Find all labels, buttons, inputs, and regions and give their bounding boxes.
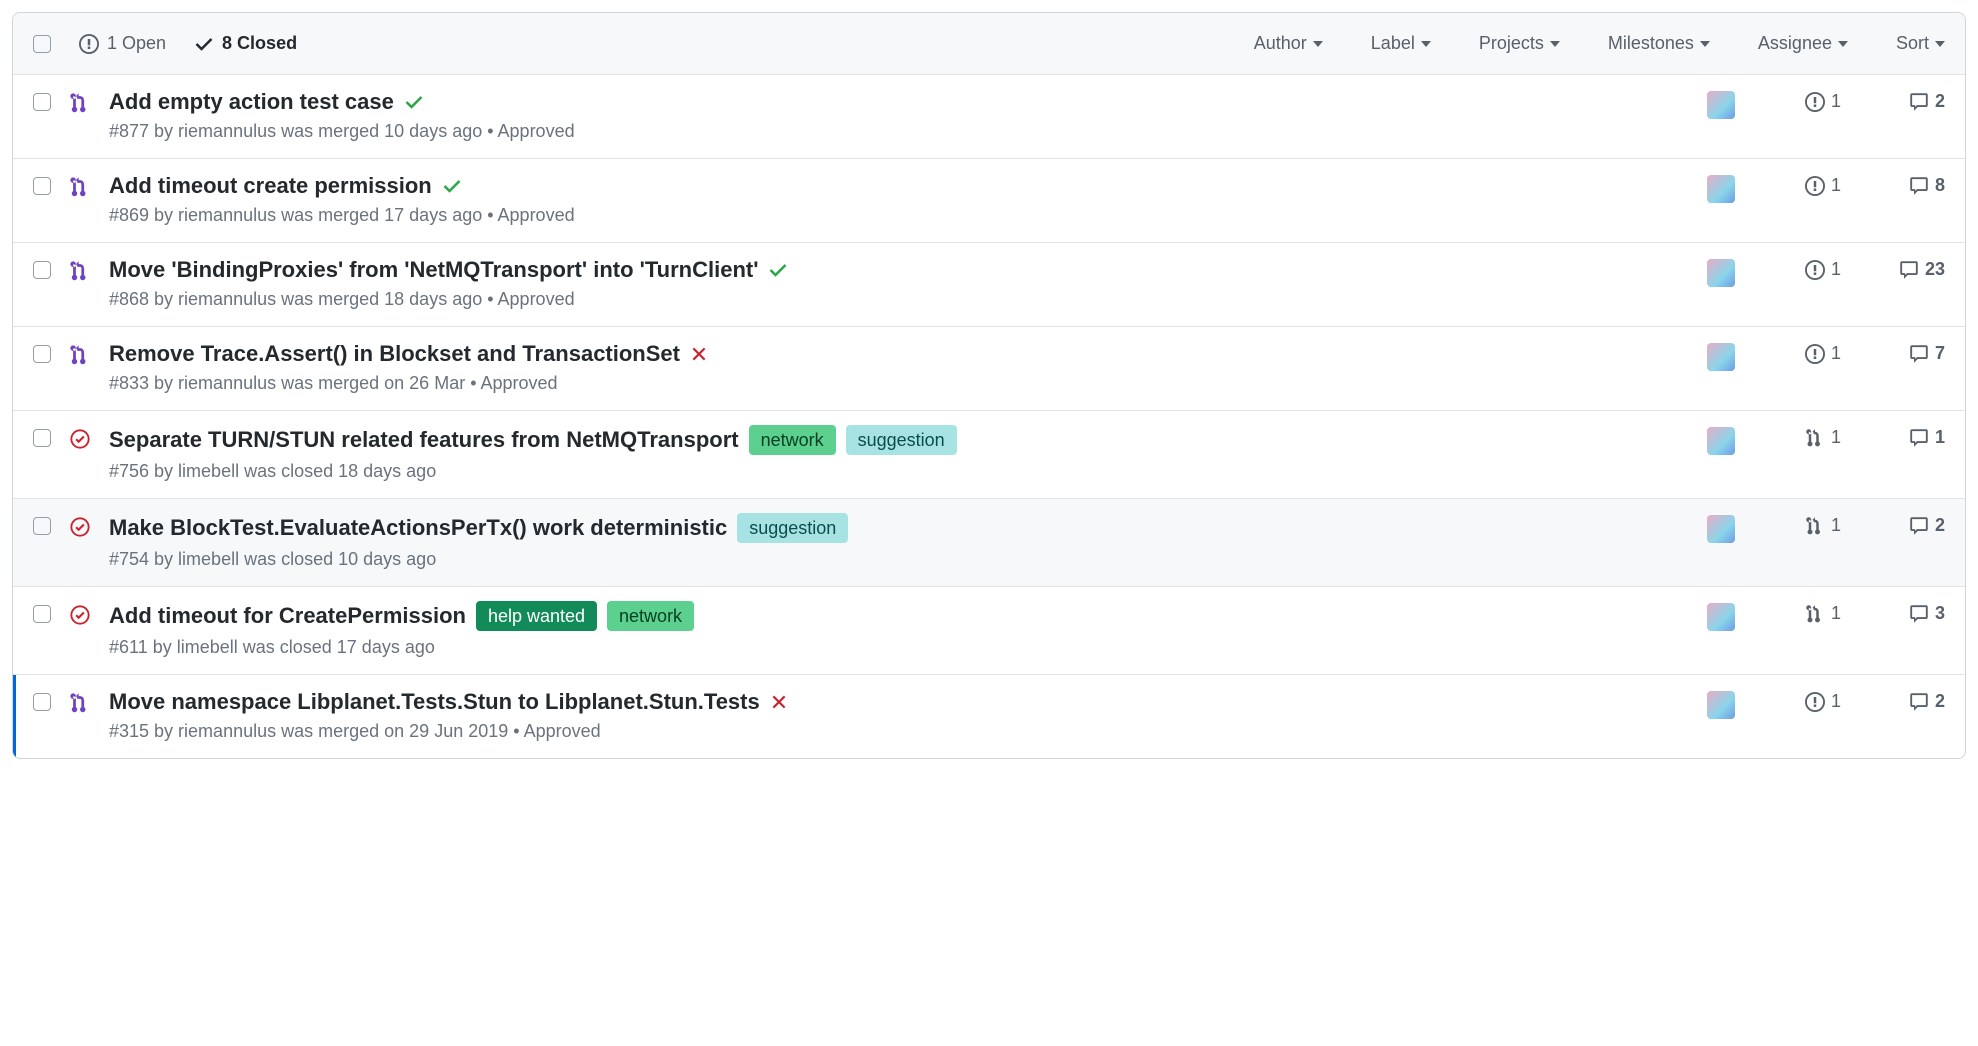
filter-sort[interactable]: Sort <box>1896 33 1945 54</box>
row-type-icon <box>69 425 95 482</box>
issue-row[interactable]: Remove Trace.Assert() in Blockset and Tr… <box>13 326 1965 410</box>
closed-issues-link[interactable]: 8 Closed <box>194 33 297 54</box>
linked-issues-link[interactable]: 1 <box>1781 691 1841 712</box>
closed-count: 8 Closed <box>222 33 297 54</box>
issue-subline: #315 by riemannulus was merged on 29 Jun… <box>109 721 1687 742</box>
open-issues-link[interactable]: 1 Open <box>79 33 166 54</box>
chevron-down-icon <box>1700 41 1710 47</box>
open-count: 1 Open <box>107 33 166 54</box>
comments-link[interactable]: 1 <box>1881 427 1945 448</box>
linked-issues-link[interactable]: 1 <box>1781 603 1841 624</box>
comments-link[interactable]: 8 <box>1881 175 1945 196</box>
linked-issues-link[interactable]: 1 <box>1781 91 1841 112</box>
issue-row[interactable]: Add timeout for CreatePermission help wan… <box>13 586 1965 674</box>
assignee-avatar[interactable] <box>1707 91 1735 119</box>
issue-subline: #869 by riemannulus was merged 17 days a… <box>109 205 1687 226</box>
label-badge[interactable]: help wanted <box>476 601 597 631</box>
comments-link[interactable]: 2 <box>1881 91 1945 112</box>
issue-title-link[interactable]: Separate TURN/STUN related features from… <box>109 427 739 453</box>
ci-status-icon[interactable] <box>690 345 708 363</box>
assignee-avatar[interactable] <box>1707 427 1735 455</box>
issue-title-link[interactable]: Move namespace Libplanet.Tests.Stun to L… <box>109 689 760 715</box>
row-checkbox[interactable] <box>33 693 51 711</box>
linked-issues-link[interactable]: 1 <box>1781 427 1841 448</box>
comments-link[interactable]: 2 <box>1881 691 1945 712</box>
assignee-avatar[interactable] <box>1707 603 1735 631</box>
issue-title-link[interactable]: Add timeout create permission <box>109 173 432 199</box>
row-type-icon <box>69 601 95 658</box>
issue-title-link[interactable]: Add timeout for CreatePermission <box>109 603 466 629</box>
ci-status-icon[interactable] <box>442 176 462 196</box>
chevron-down-icon <box>1838 41 1848 47</box>
chevron-down-icon <box>1550 41 1560 47</box>
issue-row[interactable]: Add empty action test case #877 by rieman… <box>13 75 1965 158</box>
label-badge[interactable]: suggestion <box>737 513 848 543</box>
filter-milestones[interactable]: Milestones <box>1608 33 1710 54</box>
issue-subline: #868 by riemannulus was merged 18 days a… <box>109 289 1687 310</box>
assignee-avatar[interactable] <box>1707 175 1735 203</box>
issue-subline: #877 by riemannulus was merged 10 days a… <box>109 121 1687 142</box>
select-all-checkbox[interactable] <box>33 35 51 53</box>
issue-title-link[interactable]: Remove Trace.Assert() in Blockset and Tr… <box>109 341 680 367</box>
chevron-down-icon <box>1313 41 1323 47</box>
row-checkbox[interactable] <box>33 429 51 447</box>
ci-status-icon[interactable] <box>770 693 788 711</box>
issue-row[interactable]: Move 'BindingProxies' from 'NetMQTranspo… <box>13 242 1965 326</box>
comments-link[interactable]: 2 <box>1881 515 1945 536</box>
row-checkbox[interactable] <box>33 517 51 535</box>
issue-subline: #754 by limebell was closed 10 days ago <box>109 549 1687 570</box>
ci-status-icon[interactable] <box>768 260 788 280</box>
filter-author[interactable]: Author <box>1254 33 1323 54</box>
issue-row[interactable]: Move namespace Libplanet.Tests.Stun to L… <box>13 674 1965 758</box>
comments-link[interactable]: 3 <box>1881 603 1945 624</box>
row-type-icon <box>69 689 95 742</box>
check-icon <box>194 34 214 54</box>
issue-subline: #833 by riemannulus was merged on 26 Mar… <box>109 373 1687 394</box>
linked-issues-link[interactable]: 1 <box>1781 515 1841 536</box>
row-checkbox[interactable] <box>33 93 51 111</box>
label-badge[interactable]: suggestion <box>846 425 957 455</box>
linked-issues-link[interactable]: 1 <box>1781 343 1841 364</box>
row-checkbox[interactable] <box>33 605 51 623</box>
issue-open-icon <box>79 34 99 54</box>
issue-row[interactable]: Separate TURN/STUN related features from… <box>13 410 1965 498</box>
list-header: 1 Open 8 Closed Author Label Projects Mi… <box>13 13 1965 75</box>
chevron-down-icon <box>1421 41 1431 47</box>
filter-projects[interactable]: Projects <box>1479 33 1560 54</box>
issue-subline: #756 by limebell was closed 18 days ago <box>109 461 1687 482</box>
chevron-down-icon <box>1935 41 1945 47</box>
row-type-icon <box>69 89 95 142</box>
assignee-avatar[interactable] <box>1707 343 1735 371</box>
comments-link[interactable]: 23 <box>1881 259 1945 280</box>
linked-issues-link[interactable]: 1 <box>1781 259 1841 280</box>
issue-row[interactable]: Add timeout create permission #869 by rie… <box>13 158 1965 242</box>
issue-subline: #611 by limebell was closed 17 days ago <box>109 637 1687 658</box>
row-checkbox[interactable] <box>33 261 51 279</box>
row-type-icon <box>69 173 95 226</box>
row-type-icon <box>69 513 95 570</box>
assignee-avatar[interactable] <box>1707 515 1735 543</box>
row-type-icon <box>69 257 95 310</box>
issue-row[interactable]: Make BlockTest.EvaluateActionsPerTx() wo… <box>13 498 1965 586</box>
assignee-avatar[interactable] <box>1707 259 1735 287</box>
label-badge[interactable]: network <box>607 601 694 631</box>
ci-status-icon[interactable] <box>404 92 424 112</box>
filter-label[interactable]: Label <box>1371 33 1431 54</box>
comments-link[interactable]: 7 <box>1881 343 1945 364</box>
issue-title-link[interactable]: Make BlockTest.EvaluateActionsPerTx() wo… <box>109 515 727 541</box>
label-badge[interactable]: network <box>749 425 836 455</box>
filter-assignee[interactable]: Assignee <box>1758 33 1848 54</box>
row-type-icon <box>69 341 95 394</box>
issues-list-container: 1 Open 8 Closed Author Label Projects Mi… <box>12 12 1966 759</box>
row-checkbox[interactable] <box>33 345 51 363</box>
issue-title-link[interactable]: Add empty action test case <box>109 89 394 115</box>
linked-issues-link[interactable]: 1 <box>1781 175 1841 196</box>
row-checkbox[interactable] <box>33 177 51 195</box>
issue-title-link[interactable]: Move 'BindingProxies' from 'NetMQTranspo… <box>109 257 758 283</box>
assignee-avatar[interactable] <box>1707 691 1735 719</box>
